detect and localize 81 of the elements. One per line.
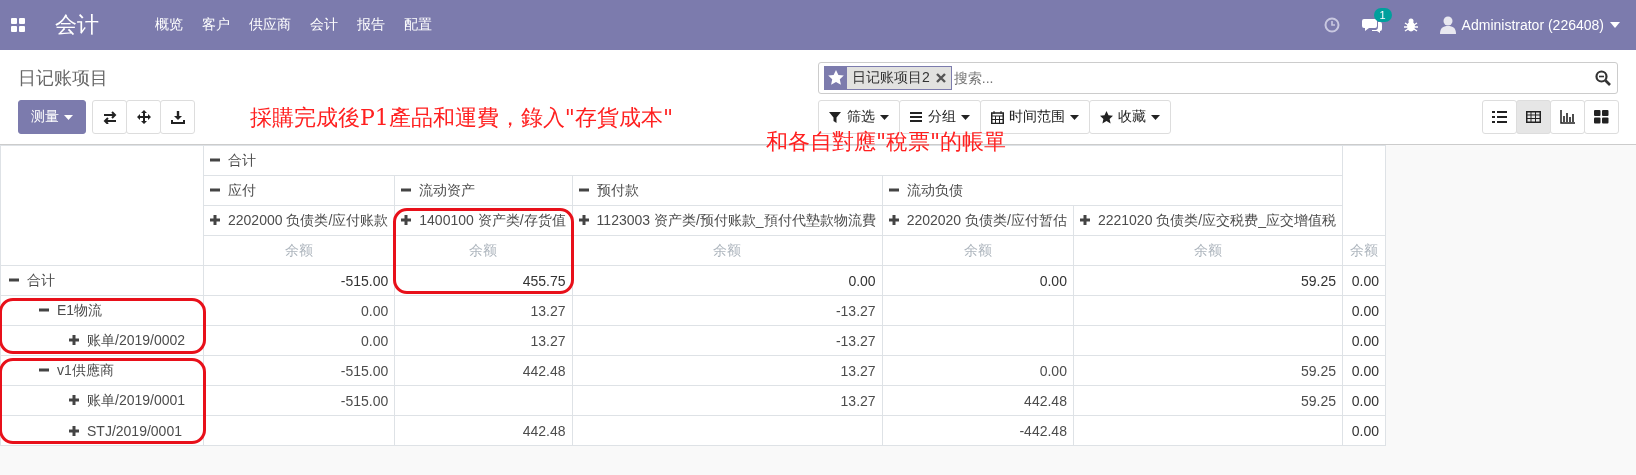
table-cell: 442.48: [882, 385, 1074, 416]
table-cell: -515.00: [203, 385, 395, 416]
table-cell: 0.00: [203, 295, 395, 326]
page-title: 日记账项目: [18, 67, 109, 90]
view-switch-button[interactable]: [1550, 100, 1585, 134]
caret-icon: [961, 114, 970, 120]
table-cell: -515.00: [203, 355, 395, 386]
menu-item[interactable]: 会计: [310, 16, 338, 34]
table-cell: 0.00: [882, 355, 1074, 386]
column-header[interactable]: 应付: [203, 175, 395, 206]
caret-icon: [1070, 114, 1079, 120]
view-switch-button[interactable]: [1516, 100, 1551, 134]
table-cell: 13.27: [394, 295, 573, 326]
column-header[interactable]: 预付款: [572, 175, 883, 206]
caret-icon: [1610, 22, 1620, 28]
row-header[interactable]: v1供應商: [0, 355, 204, 386]
view-switch-button[interactable]: [1482, 100, 1517, 134]
table-cell: 0.00: [882, 265, 1074, 296]
total-cell: 0.00: [1342, 415, 1386, 446]
menu-item[interactable]: 客户: [202, 16, 230, 34]
chat-icon[interactable]: [1361, 17, 1382, 33]
column-header[interactable]: 2202020 负债类/应付暂估: [882, 205, 1074, 236]
measures-button[interactable]: 测量: [18, 100, 86, 134]
close-icon[interactable]: [934, 72, 947, 84]
column-header[interactable]: 流动资产: [394, 175, 573, 206]
move-arrows-button[interactable]: [126, 100, 161, 134]
column-header[interactable]: 1123003 资产类/预付账款_預付代墊款物流費: [572, 205, 883, 236]
search-field[interactable]: 日记账项目2 搜索...: [818, 62, 1618, 94]
swap-arrows-icon: [102, 110, 117, 124]
caret-icon: [64, 114, 73, 120]
view-switch-button[interactable]: [1584, 100, 1619, 134]
table-cell: -13.27: [572, 295, 883, 326]
total-cell: 0.00: [1342, 295, 1386, 326]
calendar-icon: [991, 110, 1004, 124]
table-cell: 59.25: [1073, 265, 1343, 296]
swap-arrows-button[interactable]: [92, 100, 127, 134]
annotation-text: 採購完成後P1產品和運費，錄入"存貨成本": [250, 104, 674, 132]
star-icon: [1100, 110, 1113, 124]
table-view-icon: [1526, 110, 1541, 124]
table-cell: 13.27: [572, 355, 883, 386]
total-cell: 0.00: [1342, 265, 1386, 296]
menu-item[interactable]: 概览: [155, 16, 183, 34]
table-cell: 59.25: [1073, 385, 1343, 416]
user-menu[interactable]: Administrator (226408): [1439, 16, 1620, 34]
column-header[interactable]: 1400100 资产类/存货值: [394, 205, 573, 236]
funnel-icon: [829, 110, 842, 124]
message-count-badge: 1: [1373, 8, 1392, 22]
apps-icon[interactable]: [11, 18, 25, 32]
table-cell: 13.27: [572, 385, 883, 416]
table-cell: 0.00: [572, 265, 883, 296]
caret-icon: [880, 114, 889, 120]
bar-chart-view-icon: [1560, 110, 1575, 124]
menu-item[interactable]: 供应商: [249, 16, 291, 34]
download-button[interactable]: [160, 100, 195, 134]
table-cell: 442.48: [394, 415, 573, 446]
search-facet[interactable]: 日记账项目2: [824, 66, 952, 90]
caret-icon: [1151, 114, 1160, 120]
move-arrows-icon: [136, 110, 151, 124]
table-cell: -442.48: [882, 415, 1074, 446]
search-option-button[interactable]: 收藏: [1089, 100, 1171, 134]
user-avatar-icon: [1439, 16, 1456, 34]
row-header[interactable]: E1物流: [0, 295, 204, 326]
total-cell: 0.00: [1342, 355, 1386, 386]
total-cell: 0.00: [1342, 385, 1386, 416]
table-cell: -13.27: [572, 325, 883, 356]
table-cell: 13.27: [394, 325, 573, 356]
bug-icon[interactable]: [1403, 18, 1418, 32]
table-cell: 442.48: [394, 355, 573, 386]
column-header[interactable]: 2202000 负债类/应付账款: [203, 205, 395, 236]
bars-icon: [910, 110, 923, 124]
download-icon: [170, 110, 185, 124]
table-cell: 59.25: [1073, 355, 1343, 386]
list-view-icon: [1492, 110, 1507, 124]
table-cell: 0.00: [203, 325, 395, 356]
menu-item[interactable]: 报告: [357, 16, 385, 34]
row-header[interactable]: 合计: [0, 265, 204, 296]
total-cell: 0.00: [1342, 325, 1386, 356]
search-icon[interactable]: [1595, 70, 1611, 86]
app-title: 会计: [55, 11, 99, 39]
menu-item[interactable]: 配置: [404, 16, 432, 34]
grid-view-icon: [1594, 110, 1609, 124]
